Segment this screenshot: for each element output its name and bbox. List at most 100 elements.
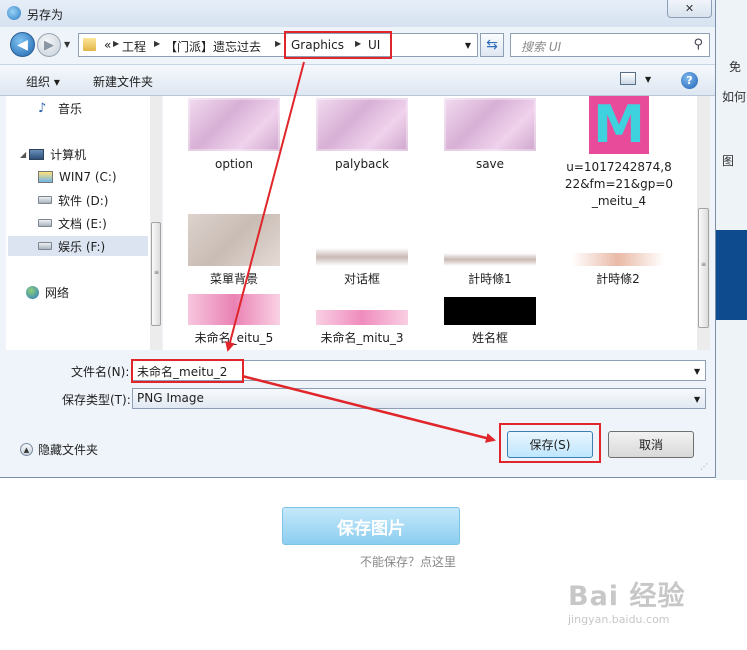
- scrollbar-thumb[interactable]: ≡: [151, 222, 161, 326]
- windows-drive-icon: [38, 171, 53, 183]
- file-item[interactable]: save: [435, 98, 545, 173]
- filetype-select[interactable]: PNG Image: [132, 388, 706, 409]
- dialog-titlebar[interactable]: 另存为 ✕: [0, 0, 715, 27]
- organize-button[interactable]: 组织 ▾: [26, 73, 60, 90]
- nav-item-network[interactable]: 网络: [26, 282, 69, 302]
- nav-item-label: 文档 (E:): [58, 216, 107, 231]
- refresh-icon: ⇆: [486, 37, 498, 53]
- file-thumbnail: [188, 214, 280, 266]
- resize-grip-icon[interactable]: ⋰: [700, 462, 708, 471]
- grip-icon: ≡: [701, 261, 707, 268]
- address-bar[interactable]: « ▶ 工程 ▶ 【门派】遗忘过去 ▶ Graphics ▶ UI ▼: [78, 33, 478, 57]
- nav-item-drive-c[interactable]: WIN7 (C:): [38, 167, 117, 187]
- chevron-down-icon[interactable]: ▼: [694, 367, 700, 376]
- chevron-right-icon[interactable]: ▶: [154, 39, 160, 48]
- network-icon: [26, 285, 39, 299]
- search-icon: ⚲: [693, 37, 703, 52]
- file-item[interactable]: 未命名_mitu_3: [307, 310, 417, 347]
- grip-icon: ≡: [154, 269, 160, 276]
- background-side-link[interactable]: 如何: [722, 88, 746, 105]
- drive-icon: [38, 196, 52, 204]
- file-name: option: [215, 157, 253, 171]
- cancel-button[interactable]: 取消: [608, 431, 694, 458]
- file-thumbnail: [444, 98, 536, 151]
- hide-folders-toggle[interactable]: ▲ 隐藏文件夹: [20, 441, 98, 458]
- nav-item-drive-f[interactable]: 娱乐 (F:): [8, 236, 148, 256]
- new-folder-button[interactable]: 新建文件夹: [93, 73, 153, 90]
- file-thumbnail: [444, 297, 536, 325]
- file-item[interactable]: option: [179, 98, 289, 173]
- file-item[interactable]: 对话框: [307, 248, 417, 288]
- file-thumbnail: [188, 98, 280, 151]
- file-item[interactable]: 菜單背景: [179, 214, 289, 288]
- file-item[interactable]: 計時條1: [435, 253, 545, 288]
- back-arrow-icon: ◀: [17, 36, 28, 53]
- view-options-icon[interactable]: [620, 72, 636, 85]
- search-placeholder: 搜索 UI: [521, 40, 562, 54]
- refresh-button[interactable]: ⇆: [480, 33, 504, 57]
- nav-item-drive-d[interactable]: 软件 (D:): [38, 190, 108, 210]
- close-button[interactable]: ✕: [667, 0, 712, 18]
- file-name: 未命名_eitu_5: [194, 331, 274, 345]
- annotation-box-save: [499, 423, 601, 463]
- file-name: 姓名框: [471, 331, 508, 345]
- file-name: u=1017242874,822&fm=21&gp=0_meitu_4: [564, 160, 674, 208]
- nav-item-computer[interactable]: ◢ 计算机: [20, 144, 86, 164]
- chevron-down-icon[interactable]: ▼: [694, 395, 700, 404]
- scrollbar-thumb[interactable]: ≡: [698, 208, 709, 328]
- chevron-right-icon[interactable]: ▶: [113, 39, 119, 48]
- filename-label: 文件名(N):: [71, 365, 130, 379]
- chevron-down-icon[interactable]: ▼: [645, 75, 651, 84]
- nav-item-label: 网络: [45, 285, 70, 300]
- save-image-button[interactable]: 保存图片: [282, 507, 460, 545]
- file-list-pane: option palyback save M u=1017242874,822&…: [163, 96, 697, 350]
- nav-item-music[interactable]: ♪ 音乐: [38, 98, 82, 118]
- music-note-icon: ♪: [38, 100, 47, 116]
- background-side-link[interactable]: 图: [722, 152, 734, 169]
- nav-item-drive-e[interactable]: 文档 (E:): [38, 213, 107, 233]
- file-name: 菜單背景: [209, 272, 258, 286]
- command-toolbar: 组织 ▾ 新建文件夹 ▼ ?: [0, 64, 715, 96]
- background-banner: [716, 230, 747, 320]
- file-thumbnail: [572, 253, 664, 266]
- file-name: 計時條2: [596, 272, 640, 286]
- forward-button[interactable]: ▶: [37, 33, 61, 57]
- file-thumbnail: [316, 98, 408, 151]
- file-pane-scrollbar[interactable]: ≡: [697, 96, 710, 350]
- file-item[interactable]: palyback: [307, 98, 417, 173]
- close-icon: ✕: [684, 2, 695, 15]
- file-item[interactable]: 未命名_eitu_5: [179, 294, 289, 347]
- baidu-jingyan-watermark: Bai 经验 jingyan.baidu.com: [568, 574, 708, 634]
- history-dropdown-icon[interactable]: ▼: [64, 40, 70, 49]
- file-name: palyback: [335, 157, 389, 171]
- breadcrumb-overflow[interactable]: «: [104, 38, 111, 52]
- file-name: 未命名_mitu_3: [320, 331, 404, 345]
- collapse-arrow-icon[interactable]: ◢: [20, 150, 26, 159]
- file-item[interactable]: 姓名框: [435, 297, 545, 347]
- nav-item-label: WIN7 (C:): [59, 170, 117, 184]
- chevron-right-icon[interactable]: ▶: [275, 39, 281, 48]
- breadcrumb-item[interactable]: 【门派】遗忘过去: [165, 38, 261, 55]
- help-button[interactable]: ?: [681, 72, 698, 89]
- nav-item-label: 软件 (D:): [58, 193, 109, 208]
- chevron-down-icon[interactable]: ▼: [465, 41, 471, 50]
- nav-item-label: 娱乐 (F:): [58, 239, 106, 254]
- background-side-link[interactable]: 免: [729, 58, 741, 75]
- cannot-save-link[interactable]: 不能保存？点这里: [360, 553, 456, 570]
- back-button[interactable]: ◀: [10, 32, 35, 57]
- file-thumbnail: [444, 253, 536, 266]
- file-thumbnail: [188, 294, 280, 325]
- forward-arrow-icon: ▶: [44, 37, 54, 53]
- watermark-logo-text: Bai 经验: [568, 581, 686, 612]
- annotation-box-filename: [131, 359, 244, 383]
- file-thumbnail: [316, 248, 408, 266]
- search-input[interactable]: 搜索 UI ⚲: [510, 33, 710, 57]
- file-item[interactable]: 計時條2: [563, 253, 673, 288]
- app-icon: [7, 6, 21, 20]
- navigation-pane: ♪ 音乐 ◢ 计算机 WIN7 (C:) 软件 (D:) 文档 (E:) 娱乐 …: [6, 96, 150, 350]
- nav-pane-scrollbar[interactable]: ≡: [150, 96, 162, 350]
- file-item[interactable]: M u=1017242874,822&fm=21&gp=0_meitu_4: [563, 96, 675, 210]
- annotation-box-address: [284, 31, 392, 59]
- breadcrumb-item[interactable]: 工程: [122, 38, 146, 55]
- file-name: 計時條1: [468, 272, 512, 286]
